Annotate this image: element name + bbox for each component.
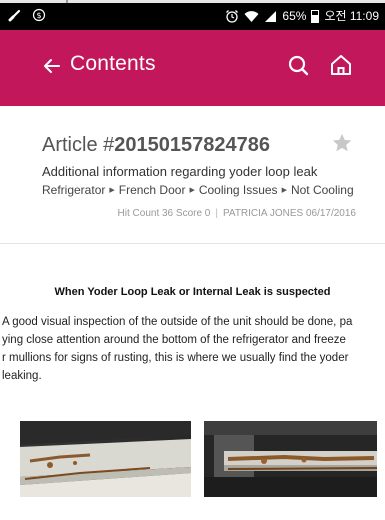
battery-icon bbox=[311, 9, 320, 23]
article-meta: Hit Count 36 Score 0 | PATRICIA JONES 06/1… bbox=[118, 208, 356, 219]
battery-percent: 65% bbox=[282, 9, 307, 23]
breadcrumb-item[interactable]: Refrigerator bbox=[42, 183, 105, 197]
search-icon[interactable] bbox=[286, 53, 312, 79]
header-divider bbox=[0, 243, 385, 244]
section-heading: When Yoder Loop Leak or Internal Leak is… bbox=[54, 286, 331, 298]
breadcrumb-separator-icon: ▶ bbox=[281, 187, 287, 194]
alarm-icon bbox=[226, 10, 239, 23]
wifi-icon bbox=[244, 10, 259, 22]
article-subtitle: Additional information regarding yoder l… bbox=[42, 164, 318, 179]
star-icon[interactable] bbox=[331, 132, 353, 154]
article-number: Article #20150157824786 bbox=[42, 134, 270, 157]
breadcrumb-separator-icon: ▶ bbox=[189, 187, 195, 194]
photo-rusted-yoder-loop-right bbox=[204, 421, 377, 497]
breadcrumb-item[interactable]: Not Cooling bbox=[291, 183, 354, 197]
clock: 오전 11:09 bbox=[324, 9, 379, 23]
status-left-icons: $ bbox=[8, 8, 46, 22]
app-title: Contents bbox=[70, 52, 156, 75]
status-right-icons: 65% 오전 11:09 bbox=[225, 8, 379, 24]
photo-rusted-yoder-loop-left bbox=[20, 421, 191, 497]
svg-text:$: $ bbox=[36, 11, 41, 20]
breadcrumb-separator-icon: ▶ bbox=[109, 187, 115, 194]
breadcrumb: Refrigerator ▶ French Door ▶ Cooling Iss… bbox=[42, 183, 354, 197]
article-number-value: 20150157824786 bbox=[114, 134, 270, 156]
link-icon bbox=[8, 9, 21, 22]
home-icon[interactable] bbox=[328, 52, 354, 78]
article-body-text: A good visual inspection of the outside … bbox=[2, 316, 353, 382]
dollar-circle-icon: $ bbox=[32, 8, 46, 22]
breadcrumb-item[interactable]: French Door bbox=[119, 183, 186, 197]
meta-divider: | bbox=[215, 208, 218, 219]
signal-icon bbox=[265, 10, 277, 22]
hit-count: Hit Count 36 Score 0 bbox=[117, 208, 211, 219]
article-header: Article #20150157824786 Additional infor… bbox=[0, 106, 385, 244]
author-date: PATRICIA JONES 06/17/2016 bbox=[222, 208, 356, 219]
breadcrumb-item[interactable]: Cooling Issues bbox=[199, 183, 278, 197]
app-bar: Contents bbox=[0, 30, 385, 106]
status-bar: $ 65% 오전 11:09 bbox=[0, 3, 385, 30]
back-arrow-icon[interactable] bbox=[40, 54, 64, 78]
article-number-prefix: Article # bbox=[42, 134, 115, 156]
